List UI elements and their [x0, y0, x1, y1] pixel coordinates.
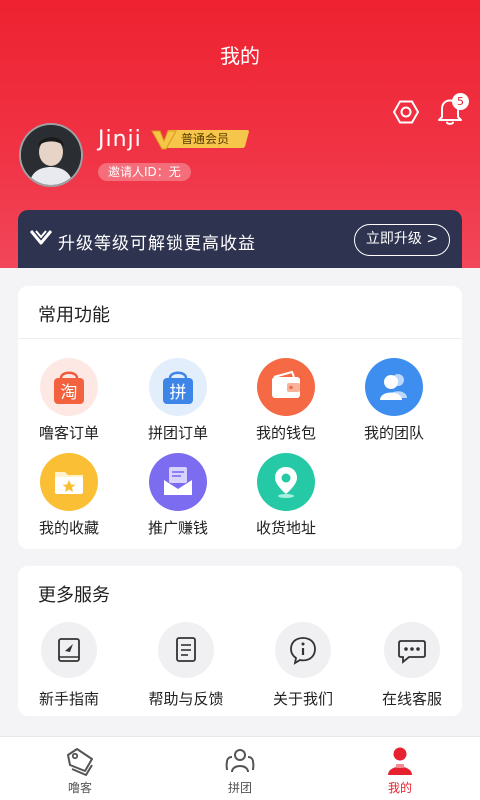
- func-label: 我的收藏: [38, 519, 99, 537]
- func-label: 推广赚钱: [147, 519, 208, 537]
- func-promote[interactable]: 推广赚钱: [128, 453, 228, 538]
- service-label: 新手指南: [38, 690, 99, 708]
- username: Jinji: [98, 127, 142, 152]
- vip-v-icon: [30, 230, 52, 245]
- service-beginner-guide[interactable]: 新手指南: [14, 622, 124, 709]
- settings-icon[interactable]: [393, 99, 419, 125]
- taobao-bag-icon: 淘: [40, 358, 98, 416]
- info-icon: [275, 622, 331, 678]
- chat-icon: [384, 622, 440, 678]
- upgrade-button[interactable]: 立即升级 >: [354, 224, 450, 256]
- service-label: 帮助与反馈: [148, 690, 224, 708]
- section-title: 更多服务: [38, 585, 110, 606]
- profile-header: 我的 5 Jinji 普通会员 邀请人ID：无 升级等级可解锁更高收益 立即升级…: [0, 0, 480, 268]
- func-group-orders[interactable]: 拼 拼团订单: [128, 358, 228, 443]
- feedback-doc-icon: [158, 622, 214, 678]
- func-label: 我的团队: [363, 424, 424, 442]
- avatar[interactable]: [19, 123, 83, 187]
- location-pin-icon: [257, 453, 315, 511]
- tab-label: 噜客: [67, 781, 92, 795]
- func-label: 收货地址: [255, 519, 316, 537]
- group-bag-icon: 拼: [149, 358, 207, 416]
- glyph: 拼: [170, 383, 187, 403]
- more-services-card: 更多服务 新手指南 帮助与反馈 关于我们 在线客服: [18, 566, 462, 716]
- inviter-id: 邀请人ID：无: [98, 163, 191, 181]
- service-label: 在线客服: [381, 690, 442, 708]
- upgrade-text: 升级等级可解锁更高收益: [58, 234, 256, 254]
- wallet-icon: [257, 358, 315, 416]
- member-level-label: 普通会员: [181, 132, 230, 146]
- team-icon: [365, 358, 423, 416]
- guide-book-icon: [41, 622, 97, 678]
- upgrade-banner: 升级等级可解锁更高收益 立即升级 >: [18, 210, 462, 268]
- service-help-feedback[interactable]: 帮助与反馈: [131, 622, 241, 709]
- person-icon: [388, 747, 412, 775]
- tab-label: 拼团: [227, 781, 252, 795]
- func-team[interactable]: 我的团队: [344, 358, 444, 443]
- func-label: 噜客订单: [38, 424, 99, 442]
- divider: [18, 338, 462, 339]
- folder-star-icon: [40, 453, 98, 511]
- func-address[interactable]: 收货地址: [236, 453, 336, 538]
- envelope-icon: [149, 453, 207, 511]
- func-wallet[interactable]: 我的钱包: [236, 358, 336, 443]
- func-label: 拼团订单: [147, 424, 208, 442]
- tag-icon: [67, 748, 93, 776]
- func-favorites[interactable]: 我的收藏: [19, 453, 119, 538]
- tab-group[interactable]: 拼团: [160, 737, 320, 800]
- people-icon: [225, 749, 255, 773]
- vip-crown-icon: [151, 130, 177, 150]
- glyph: 淘: [61, 383, 78, 403]
- section-title: 常用功能: [38, 305, 110, 326]
- member-level-badge: 普通会员: [151, 128, 250, 150]
- func-label: 我的钱包: [255, 424, 316, 442]
- func-luke-orders[interactable]: 淘 噜客订单: [19, 358, 119, 443]
- tab-mine[interactable]: 我的: [320, 737, 480, 800]
- common-functions-card: 常用功能 淘 噜客订单 拼 拼团订单 我的钱包 我的团队 我的收藏 推广赚钱 收…: [18, 286, 462, 549]
- page-title: 我的: [220, 44, 260, 68]
- tab-label: 我的: [387, 781, 412, 795]
- service-label: 关于我们: [272, 690, 333, 708]
- bottom-tab-bar: 噜客 拼团 我的: [0, 736, 480, 800]
- service-about-us[interactable]: 关于我们: [248, 622, 358, 709]
- tab-luke[interactable]: 噜客: [0, 737, 160, 800]
- notification-badge: 5: [452, 93, 469, 110]
- service-online-support[interactable]: 在线客服: [357, 622, 467, 709]
